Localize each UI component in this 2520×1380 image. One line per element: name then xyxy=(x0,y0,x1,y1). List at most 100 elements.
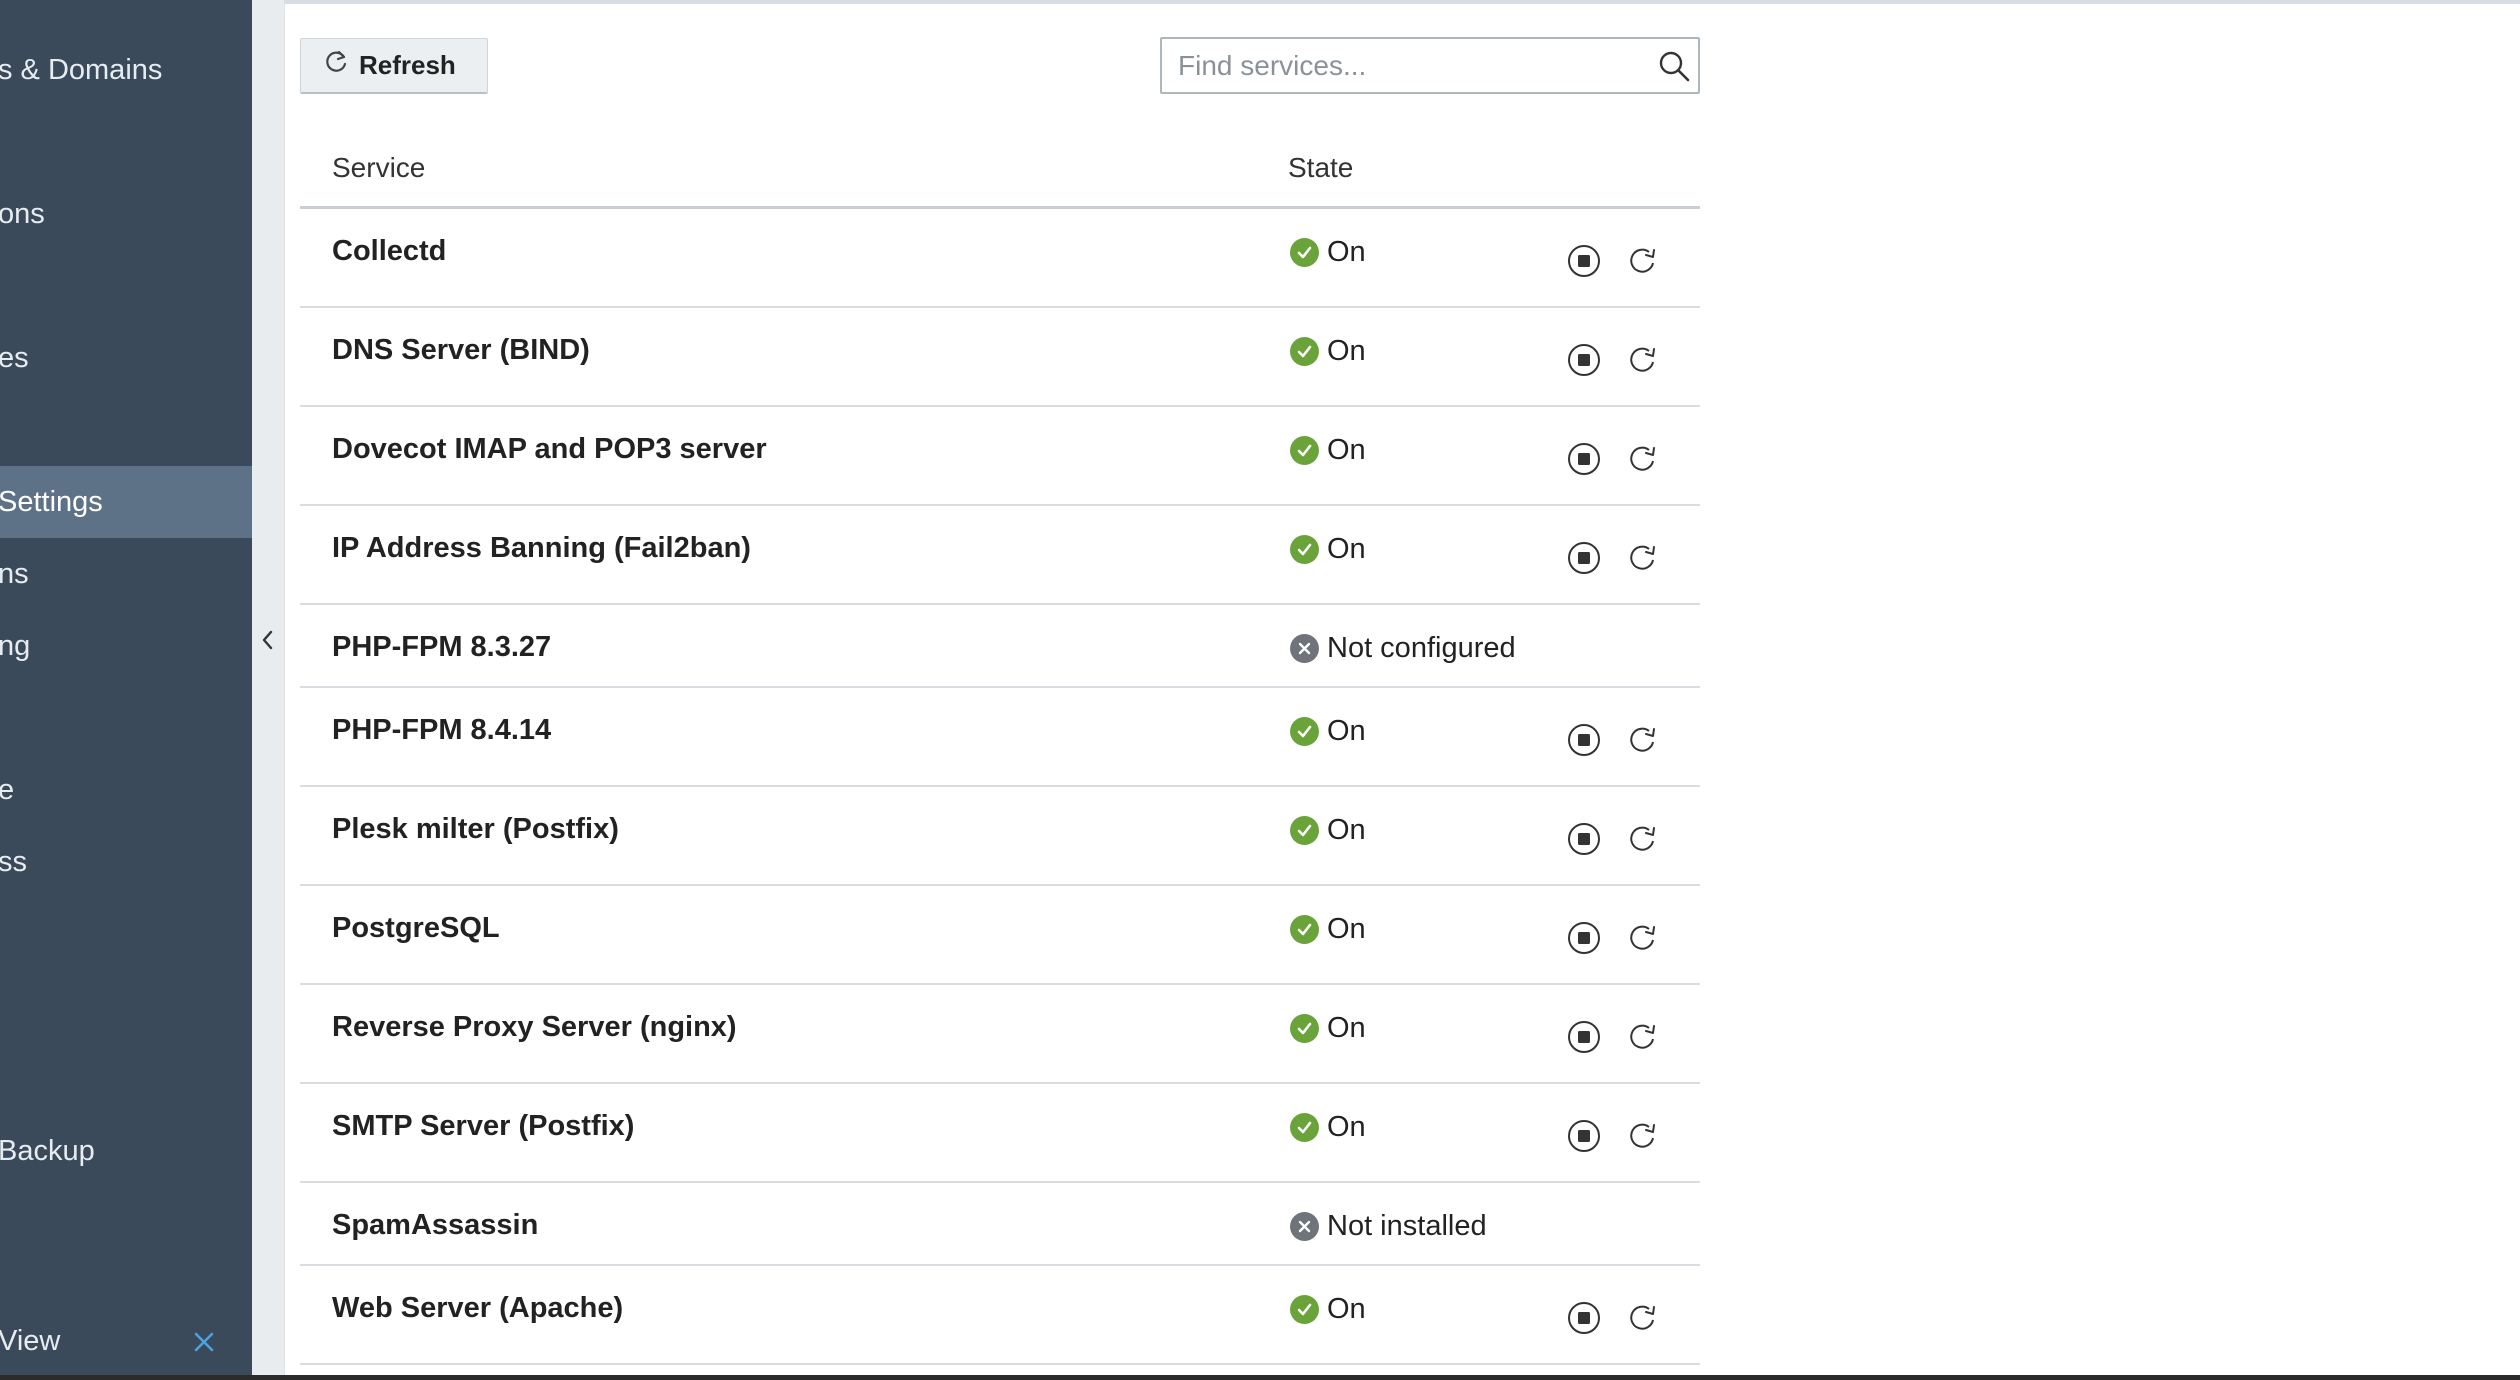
state-label: On xyxy=(1327,1111,1366,1143)
services-table: Service State Collectd On DNS Server (BIND… xyxy=(300,132,1700,1365)
state-label: On xyxy=(1327,335,1366,367)
refresh-label: Refresh xyxy=(359,50,456,80)
service-state: On xyxy=(1290,533,1366,566)
sidebar-item-access[interactable]: ss xyxy=(0,826,252,898)
service-name[interactable]: PostgreSQL xyxy=(332,912,500,945)
stop-icon[interactable] xyxy=(1566,920,1602,956)
stop-icon[interactable] xyxy=(1566,342,1602,378)
stop-icon[interactable] xyxy=(1566,821,1602,857)
status-ok-icon xyxy=(1290,1295,1319,1324)
sidebar-item-label: Settings xyxy=(0,486,103,518)
restart-icon[interactable] xyxy=(1624,722,1660,758)
search-input[interactable] xyxy=(1162,39,1650,92)
service-name[interactable]: SMTP Server (Postfix) xyxy=(332,1110,634,1143)
sidebar-item-extensions[interactable]: ns xyxy=(0,538,252,610)
sidebar-item-label: Backup xyxy=(0,1135,95,1167)
status-ok-icon xyxy=(1290,1014,1319,1043)
table-row[interactable]: PHP-FPM 8.3.27 Not configured xyxy=(300,605,1700,688)
stop-icon[interactable] xyxy=(1566,441,1602,477)
status-ok-icon xyxy=(1290,535,1319,564)
table-row[interactable]: Plesk milter (Postfix) On xyxy=(300,787,1700,886)
sidebar-item-profile[interactable]: e xyxy=(0,754,252,826)
bottom-border xyxy=(0,1375,2520,1380)
sidebar-item-label: ns xyxy=(0,558,29,590)
table-row[interactable]: Web Server (Apache) On xyxy=(300,1266,1700,1365)
sidebar: s & Domains ons es Settings ns ng e ss B… xyxy=(0,0,252,1380)
service-name[interactable]: Plesk milter (Postfix) xyxy=(332,813,619,846)
row-actions xyxy=(1566,441,1660,477)
table-row[interactable]: SpamAssassin Not installed xyxy=(300,1183,1700,1266)
row-actions xyxy=(1566,243,1660,279)
service-state: On xyxy=(1290,913,1366,946)
state-label: On xyxy=(1327,236,1366,268)
table-row[interactable]: Dovecot IMAP and POP3 server On xyxy=(300,407,1700,506)
row-actions xyxy=(1566,540,1660,576)
restart-icon[interactable] xyxy=(1624,342,1660,378)
restart-icon[interactable] xyxy=(1624,821,1660,857)
row-actions xyxy=(1566,722,1660,758)
state-label: Not installed xyxy=(1327,1210,1487,1242)
stop-icon[interactable] xyxy=(1566,1300,1602,1336)
sidebar-item-monitoring[interactable]: ng xyxy=(0,610,252,682)
restart-icon[interactable] xyxy=(1624,540,1660,576)
restart-icon[interactable] xyxy=(1624,441,1660,477)
service-name[interactable]: PHP-FPM 8.3.27 xyxy=(332,631,551,664)
restart-icon[interactable] xyxy=(1624,243,1660,279)
sidebar-item-label: ss xyxy=(0,846,27,878)
row-actions xyxy=(1566,1019,1660,1055)
stop-icon[interactable] xyxy=(1566,243,1602,279)
top-divider xyxy=(284,0,2520,4)
column-header-state[interactable]: State xyxy=(1288,152,1353,184)
state-label: On xyxy=(1327,814,1366,846)
service-name[interactable]: PHP-FPM 8.4.14 xyxy=(332,714,551,747)
service-name[interactable]: Dovecot IMAP and POP3 server xyxy=(332,433,767,466)
restart-icon[interactable] xyxy=(1624,920,1660,956)
service-name[interactable]: Web Server (Apache) xyxy=(332,1292,623,1325)
table-row[interactable]: PostgreSQL On xyxy=(300,886,1700,985)
sidebar-item-applications[interactable]: ons xyxy=(0,178,252,250)
table-row[interactable]: Collectd On xyxy=(300,209,1700,308)
table-row[interactable]: PHP-FPM 8.4.14 On xyxy=(300,688,1700,787)
state-label: On xyxy=(1327,1012,1366,1044)
service-name[interactable]: SpamAssassin xyxy=(332,1209,538,1242)
state-label: On xyxy=(1327,1293,1366,1325)
row-actions xyxy=(1566,1300,1660,1336)
service-name[interactable]: Reverse Proxy Server (nginx) xyxy=(332,1011,737,1044)
chevron-left-icon[interactable] xyxy=(252,620,284,660)
table-row[interactable]: DNS Server (BIND) On xyxy=(300,308,1700,407)
close-icon[interactable] xyxy=(186,1324,222,1360)
stop-icon[interactable] xyxy=(1566,1118,1602,1154)
service-name[interactable]: DNS Server (BIND) xyxy=(332,334,590,367)
stop-icon[interactable] xyxy=(1566,1019,1602,1055)
row-actions xyxy=(1566,821,1660,857)
sidebar-item-backup[interactable]: Backup xyxy=(0,1115,252,1187)
sidebar-item-label: View xyxy=(0,1325,61,1357)
state-label: Not configured xyxy=(1327,632,1516,664)
service-name[interactable]: Collectd xyxy=(332,235,446,268)
table-row[interactable]: SMTP Server (Postfix) On xyxy=(300,1084,1700,1183)
refresh-button[interactable]: Refresh xyxy=(300,38,488,94)
table-row[interactable]: Reverse Proxy Server (nginx) On xyxy=(300,985,1700,1084)
restart-icon[interactable] xyxy=(1624,1300,1660,1336)
column-header-service[interactable]: Service xyxy=(332,152,425,184)
service-state: On xyxy=(1290,236,1366,269)
table-row[interactable]: IP Address Banning (Fail2ban) On xyxy=(300,506,1700,605)
status-ok-icon xyxy=(1290,238,1319,267)
service-state: On xyxy=(1290,814,1366,847)
restart-icon[interactable] xyxy=(1624,1118,1660,1154)
restart-icon[interactable] xyxy=(1624,1019,1660,1055)
status-ok-icon xyxy=(1290,337,1319,366)
sidebar-collapse-strip xyxy=(252,0,285,1380)
sidebar-item-websites-domains[interactable]: s & Domains xyxy=(0,34,252,106)
status-ok-icon xyxy=(1290,717,1319,746)
sidebar-item-label: ng xyxy=(0,630,31,662)
sidebar-item-files[interactable]: es xyxy=(0,322,252,394)
refresh-icon xyxy=(323,49,349,82)
service-state: On xyxy=(1290,434,1366,467)
search-icon[interactable] xyxy=(1650,42,1698,90)
stop-icon[interactable] xyxy=(1566,540,1602,576)
service-name[interactable]: IP Address Banning (Fail2ban) xyxy=(332,532,751,565)
sidebar-item-settings[interactable]: Settings xyxy=(0,466,252,538)
search-field[interactable] xyxy=(1160,37,1700,94)
stop-icon[interactable] xyxy=(1566,722,1602,758)
